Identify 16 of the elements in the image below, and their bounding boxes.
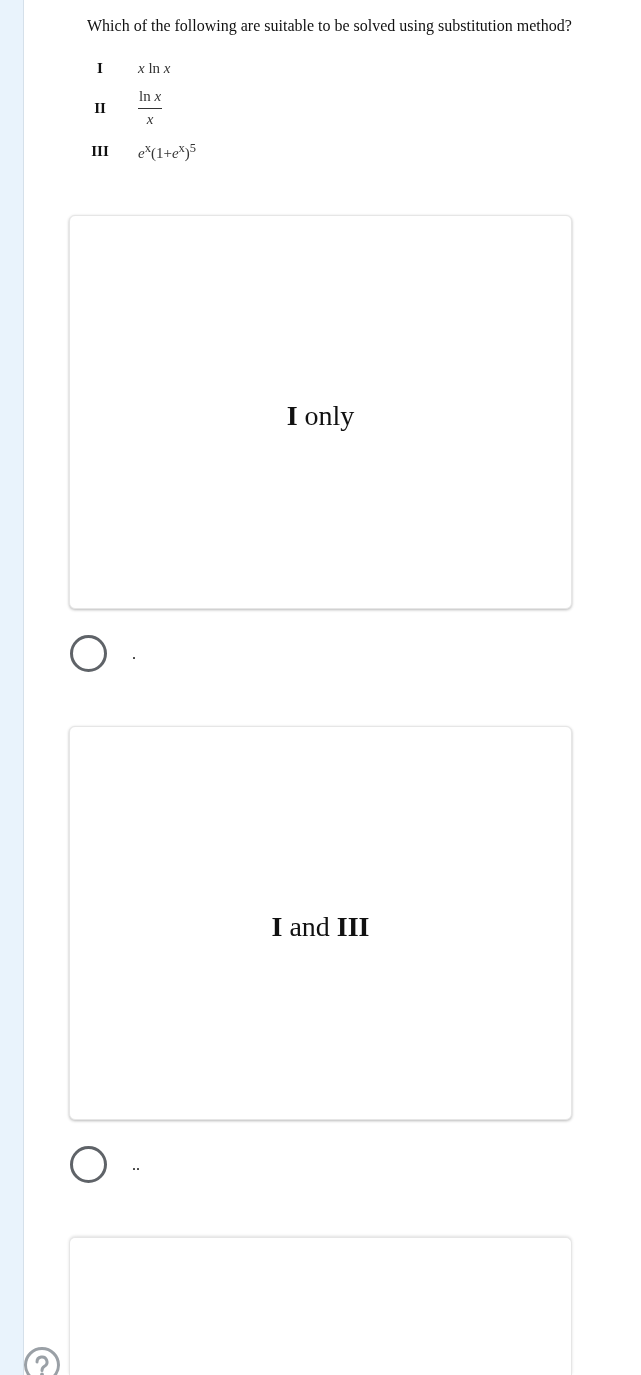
question-text: Which of the following are suitable to be solved using substitution method? [87, 16, 572, 36]
option-card[interactable]: I and III [69, 726, 572, 1120]
radio-label: . [132, 643, 136, 664]
math-expression: x ln x [138, 59, 171, 78]
option-text: I only [286, 399, 355, 433]
math-fraction: ln x x [138, 88, 163, 128]
option-card[interactable]: I only [69, 215, 572, 609]
help-icon[interactable] [23, 1346, 61, 1375]
statement-label: III [91, 141, 109, 161]
radio-label: .. [132, 1154, 140, 1175]
statement-label: I [97, 59, 103, 78]
math-expression: e$^{x}$(1+e$^{x}$)$^{5}$ [138, 140, 197, 163]
radio-button[interactable] [70, 635, 107, 672]
radio-button[interactable] [70, 1146, 107, 1183]
option-text: I and III [271, 910, 370, 944]
statement-label: II [94, 99, 106, 118]
